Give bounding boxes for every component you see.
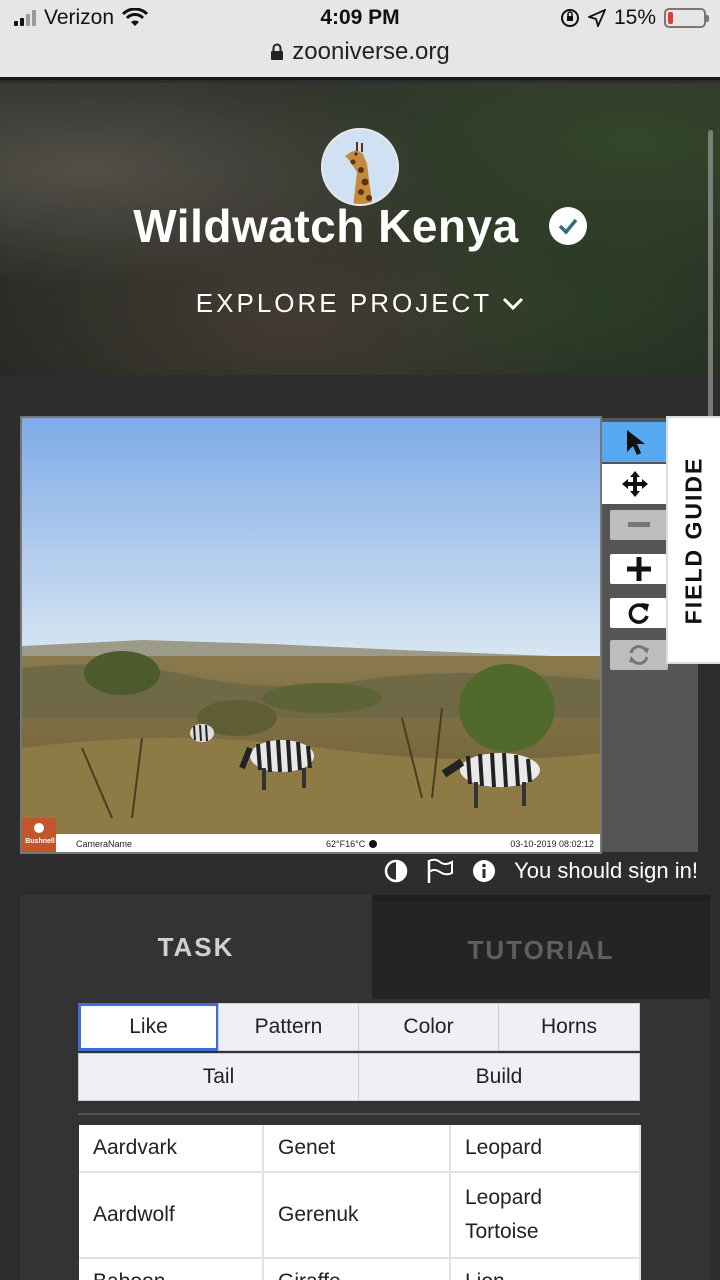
- sign-in-prompt[interactable]: You should sign in!: [514, 858, 698, 884]
- filter-tail-button[interactable]: Tail: [78, 1053, 359, 1101]
- task-tabs: TASK TUTORIAL: [20, 895, 710, 999]
- move-icon: [622, 471, 648, 497]
- camera-name: CameraName: [76, 839, 133, 849]
- flag-icon[interactable]: [426, 858, 454, 884]
- photo-timestamp: 03-10-2019 08:02:12: [510, 839, 594, 849]
- camera-trap-photo: [22, 418, 600, 852]
- invert-colors-icon[interactable]: [384, 859, 408, 883]
- species-option[interactable]: Lion: [451, 1259, 641, 1280]
- verified-check-icon: [548, 207, 587, 245]
- filter-like-button[interactable]: Like: [78, 1003, 219, 1051]
- field-guide-label: FIELD GUIDE: [680, 456, 707, 624]
- species-option[interactable]: Genet: [264, 1125, 451, 1173]
- refresh-icon: [629, 645, 649, 665]
- field-guide-tab[interactable]: FIELD GUIDE: [666, 416, 720, 664]
- status-right: 15%: [560, 6, 709, 30]
- tab-tutorial[interactable]: TUTORIAL: [372, 895, 710, 999]
- subject-image[interactable]: CameraName 62°F16°C 03-10-2019 08:02:12 …: [20, 416, 602, 854]
- url-bar[interactable]: zooniverse.org: [0, 38, 720, 66]
- minus-icon: [628, 522, 650, 527]
- project-title-row: Wildwatch Kenya: [0, 199, 720, 253]
- filter-divider: [78, 1113, 640, 1115]
- species-option[interactable]: Gerenuk: [264, 1173, 451, 1259]
- orientation-lock-icon: [560, 9, 579, 27]
- species-option[interactable]: Baboon: [79, 1259, 264, 1280]
- plus-icon: [627, 557, 651, 581]
- url-text: zooniverse.org: [292, 38, 450, 65]
- explore-project-menu[interactable]: EXPLORE PROJECT: [0, 288, 720, 319]
- filter-build-button[interactable]: Build: [358, 1053, 640, 1101]
- explore-project-label: EXPLORE PROJECT: [195, 288, 493, 318]
- species-option[interactable]: Leopard Tortoise: [451, 1173, 641, 1259]
- task-panel: TASK TUTORIAL Like Pattern Color Horns T…: [20, 895, 710, 1280]
- filter-horns-button[interactable]: Horns: [498, 1003, 640, 1051]
- reset-view-button[interactable]: [610, 640, 668, 670]
- tab-task[interactable]: TASK: [20, 895, 372, 999]
- annotate-tool-button[interactable]: [602, 422, 668, 462]
- pointer-icon: [627, 430, 645, 455]
- moon-icon: [369, 840, 378, 848]
- battery-percent: 15%: [613, 6, 656, 29]
- subject-meta-row: You should sign in!: [384, 858, 698, 884]
- project-title: Wildwatch Kenya: [133, 200, 519, 252]
- species-option[interactable]: Leopard: [451, 1125, 641, 1173]
- move-tool-button[interactable]: [602, 464, 668, 504]
- rotate-icon: [628, 603, 649, 624]
- project-avatar[interactable]: [321, 128, 399, 206]
- info-icon[interactable]: [472, 859, 496, 883]
- lock-icon: [271, 43, 284, 60]
- filter-color-button[interactable]: Color: [358, 1003, 499, 1051]
- species-option[interactable]: Aardvark: [79, 1125, 264, 1173]
- camera-brand-logo: Bushnell: [25, 838, 55, 845]
- project-header: Wildwatch Kenya EXPLORE PROJECT: [0, 83, 720, 375]
- temperature: 62°F16°C: [326, 839, 366, 849]
- species-option[interactable]: Aardwolf: [79, 1173, 264, 1259]
- ios-status-bar: Verizon 4:09 PM 15% zooniverse.org: [0, 0, 720, 80]
- zoom-out-button[interactable]: [610, 510, 668, 540]
- camera-info-bar: CameraName 62°F16°C 03-10-2019 08:02:12: [58, 836, 598, 852]
- rotate-button[interactable]: [610, 598, 668, 628]
- filter-pattern-button[interactable]: Pattern: [218, 1003, 359, 1051]
- battery-icon: [664, 8, 709, 28]
- chevron-down-icon: [503, 297, 524, 310]
- zoom-in-button[interactable]: [610, 554, 668, 584]
- zebra-far: [190, 724, 214, 742]
- location-arrow-icon: [587, 9, 606, 27]
- app-screen: Verizon 4:09 PM 15% zooniverse.org Wildw…: [0, 0, 720, 1280]
- species-option[interactable]: Giraffe: [264, 1259, 451, 1280]
